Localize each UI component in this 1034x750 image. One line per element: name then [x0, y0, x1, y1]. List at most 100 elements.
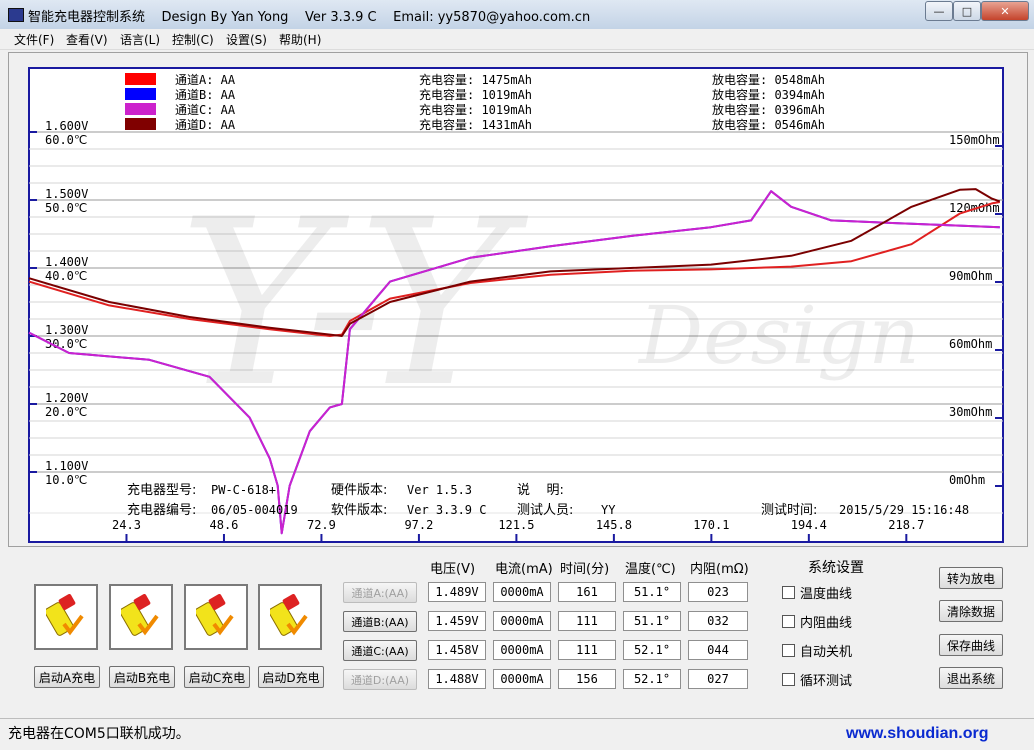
y-tick-voltage: 1.100V [45, 459, 88, 473]
time-label: 测试时间: [761, 503, 817, 518]
checkbox-label: 温度曲线 [800, 587, 853, 602]
menu-settings[interactable]: 设置(S) [226, 31, 267, 48]
checkbox-option-2[interactable] [782, 644, 795, 657]
title-bar: 智能充电器控制系统 Design By Yan Yong Ver 3.3.9 C… [0, 0, 1034, 29]
status-bar: 充电器在COM5口联机成功。 www.shoudian.org [0, 718, 1034, 750]
minimize-button[interactable]: — [925, 1, 953, 21]
legend-discharge: 放电容量: 0546mAh [712, 117, 825, 132]
battery-icon [268, 594, 308, 636]
field-voltage: 1.459V [428, 611, 486, 631]
x-tick-label: 72.9 [307, 518, 336, 532]
checkbox-option-1[interactable] [782, 615, 795, 628]
field-temp: 52.1° [623, 669, 681, 689]
window-title: 智能充电器控制系统 Design By Yan Yong Ver 3.3.9 C… [28, 10, 591, 25]
y-tick-voltage: 1.600V [45, 119, 88, 133]
battery-icon [119, 594, 159, 636]
y-tick-temperature: 50.0℃ [45, 201, 87, 215]
close-button[interactable]: ✕ [981, 1, 1029, 21]
y-tick-temperature: 10.0℃ [45, 473, 87, 487]
x-tick-label: 170.1 [693, 518, 729, 532]
channel-button-d[interactable]: 通道D:(AA) [343, 669, 417, 690]
legend-channel: 通道B: AA [175, 88, 236, 102]
checkbox-option-0[interactable] [782, 586, 795, 599]
field-resistance: 023 [688, 582, 748, 602]
y-tick-voltage: 1.400V [45, 255, 88, 269]
time-value: 2015/5/29 15:16:48 [839, 503, 969, 517]
switch-to-discharge-button[interactable]: 转为放电 [939, 567, 1003, 589]
y-tick-resistance: 30mOhm [949, 405, 992, 419]
legend-discharge: 放电容量: 0548mAh [712, 72, 825, 87]
chart-panel: Y-Y Design 通道A: AA 充电容量: 1475mAh 放电容量: 054… [8, 52, 1028, 547]
start-d-charge-button[interactable]: 启动D充电 [258, 666, 324, 688]
x-tick-label: 97.2 [404, 518, 433, 532]
model-value: PW-C-618+ [211, 483, 276, 497]
x-tick-label: 218.7 [888, 518, 924, 532]
checkbox-option-3[interactable] [782, 673, 795, 686]
x-tick-label: 121.5 [498, 518, 534, 532]
field-voltage: 1.488V [428, 669, 486, 689]
menu-file[interactable]: 文件(F) [14, 31, 54, 48]
save-curve-button[interactable]: 保存曲线 [939, 634, 1003, 656]
field-voltage: 1.458V [428, 640, 486, 660]
menu-control[interactable]: 控制(C) [172, 31, 214, 48]
header-voltage: 电压(V) [430, 562, 476, 577]
sw-label: 软件版本: [331, 503, 387, 518]
field-resistance: 032 [688, 611, 748, 631]
note-label: 说 明: [517, 483, 564, 498]
clear-data-button[interactable]: 清除数据 [939, 600, 1003, 622]
tester-label: 测试人员: [517, 503, 573, 518]
legend-swatch [125, 88, 156, 100]
field-temp: 51.1° [623, 582, 681, 602]
tester-value: YY [601, 503, 616, 517]
y-tick-temperature: 40.0℃ [45, 269, 87, 283]
maximize-button[interactable]: □ [953, 1, 981, 21]
exit-system-button[interactable]: 退出系统 [939, 667, 1003, 689]
checkbox-label: 自动关机 [800, 645, 853, 660]
legend-swatch [125, 118, 156, 130]
field-current: 0000mA [493, 611, 551, 631]
battery-icon [44, 594, 84, 636]
field-temp: 51.1° [623, 611, 681, 631]
y-tick-temperature: 20.0℃ [45, 405, 87, 419]
legend-channel: 通道D: AA [175, 118, 236, 132]
y-tick-resistance: 0mOhm [949, 473, 985, 487]
menu-language[interactable]: 语言(L) [120, 31, 160, 48]
model-label: 充电器型号: [127, 482, 196, 498]
header-time: 时间(分) [560, 562, 610, 577]
y-tick-voltage: 1.300V [45, 323, 88, 337]
hw-value: Ver 1.5.3 [407, 483, 472, 497]
hw-label: 硬件版本: [331, 483, 387, 498]
battery-graphic-a [44, 594, 84, 636]
channel-button-a[interactable]: 通道A:(AA) [343, 582, 417, 603]
header-temperature: 温度(℃) [625, 562, 676, 577]
site-watermark: www.shoudian.org [846, 725, 989, 742]
field-resistance: 027 [688, 669, 748, 689]
start-c-charge-button[interactable]: 启动C充电 [184, 666, 250, 688]
battery-graphic-c [194, 594, 234, 636]
header-resistance: 内阻(mΩ) [690, 562, 749, 577]
sw-value: Ver 3.3.9 C [407, 503, 486, 517]
legend-discharge: 放电容量: 0396mAh [712, 102, 825, 117]
start-a-charge-button[interactable]: 启动A充电 [34, 666, 100, 688]
start-b-charge-button[interactable]: 启动B充电 [109, 666, 175, 688]
channel-button-b[interactable]: 通道B:(AA) [343, 611, 417, 632]
menu-help[interactable]: 帮助(H) [279, 31, 321, 48]
settings-title: 系统设置 [808, 560, 864, 576]
legend-charge: 充电容量: 1019mAh [419, 102, 532, 117]
channel-button-c[interactable]: 通道C:(AA) [343, 640, 417, 661]
checkbox-label: 内阻曲线 [800, 616, 853, 631]
menu-view[interactable]: 查看(V) [66, 31, 108, 48]
menu-bar: 文件(F) 查看(V) 语言(L) 控制(C) 设置(S) 帮助(H) [0, 29, 1034, 50]
x-tick-label: 24.3 [112, 518, 141, 532]
y-tick-temperature: 60.0℃ [45, 133, 87, 147]
battery-graphic-d [268, 594, 308, 636]
battery-icon [194, 594, 234, 636]
field-current: 0000mA [493, 669, 551, 689]
chart-canvas: Y-Y Design 通道A: AA 充电容量: 1475mAh 放电容量: 054… [28, 67, 1004, 543]
y-tick-voltage: 1.200V [45, 391, 88, 405]
field-time: 156 [558, 669, 616, 689]
field-current: 0000mA [493, 582, 551, 602]
field-time: 161 [558, 582, 616, 602]
legend-discharge: 放电容量: 0394mAh [712, 87, 825, 102]
field-time: 111 [558, 611, 616, 631]
